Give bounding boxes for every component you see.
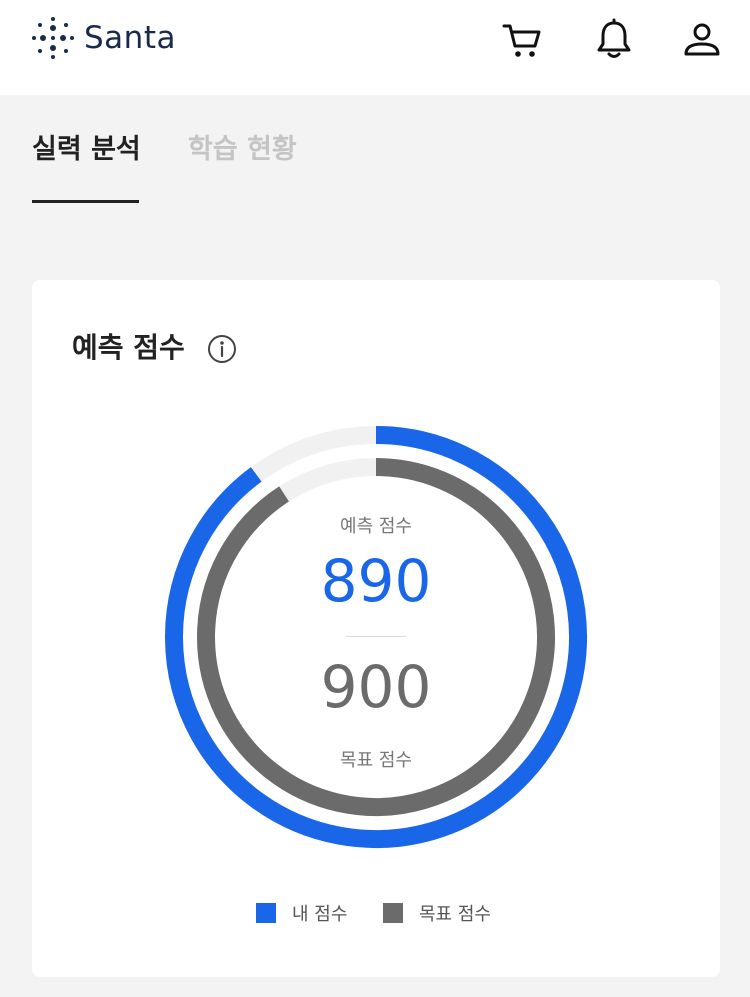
app-header: Santa	[0, 0, 750, 95]
gauge-legend: 내 점수 목표 점수	[32, 900, 720, 930]
tab-bar: 실력 분석 학습 현황	[0, 95, 750, 205]
cart-icon	[502, 24, 541, 57]
predicted-score-card: 예측 점수 예측 점수 890 900 목표 점수 내 점수 목표 점수	[32, 280, 720, 977]
tab-learning-status[interactable]: 학습 현황	[188, 133, 297, 167]
user-icon	[684, 23, 720, 56]
notification-button[interactable]	[592, 18, 636, 62]
active-tab-indicator	[32, 200, 139, 203]
legend-swatch-my-score	[256, 903, 276, 923]
legend-label-my-score: 내 점수	[292, 904, 348, 925]
tab-skill-analysis[interactable]: 실력 분석	[32, 133, 141, 167]
legend-item-target-score: 목표 점수	[383, 900, 491, 926]
logo-text: Santa	[84, 20, 176, 56]
legend-swatch-target-score	[383, 903, 403, 923]
legend-item-my-score: 내 점수	[256, 900, 347, 926]
cart-button[interactable]	[500, 18, 544, 62]
santa-logo-icon	[32, 17, 74, 59]
target-score-value: 900	[320, 653, 432, 721]
predicted-score-value: 890	[320, 547, 432, 615]
profile-button[interactable]	[680, 18, 724, 62]
santa-logo[interactable]: Santa	[30, 12, 176, 64]
score-divider	[346, 636, 406, 637]
predicted-score-arc	[165, 426, 587, 848]
legend-label-target-score: 목표 점수	[419, 904, 491, 925]
target-score-label: 목표 점수	[340, 750, 412, 771]
bell-icon	[597, 18, 631, 58]
score-gauge	[165, 426, 587, 848]
predicted-score-label: 예측 점수	[340, 516, 412, 537]
